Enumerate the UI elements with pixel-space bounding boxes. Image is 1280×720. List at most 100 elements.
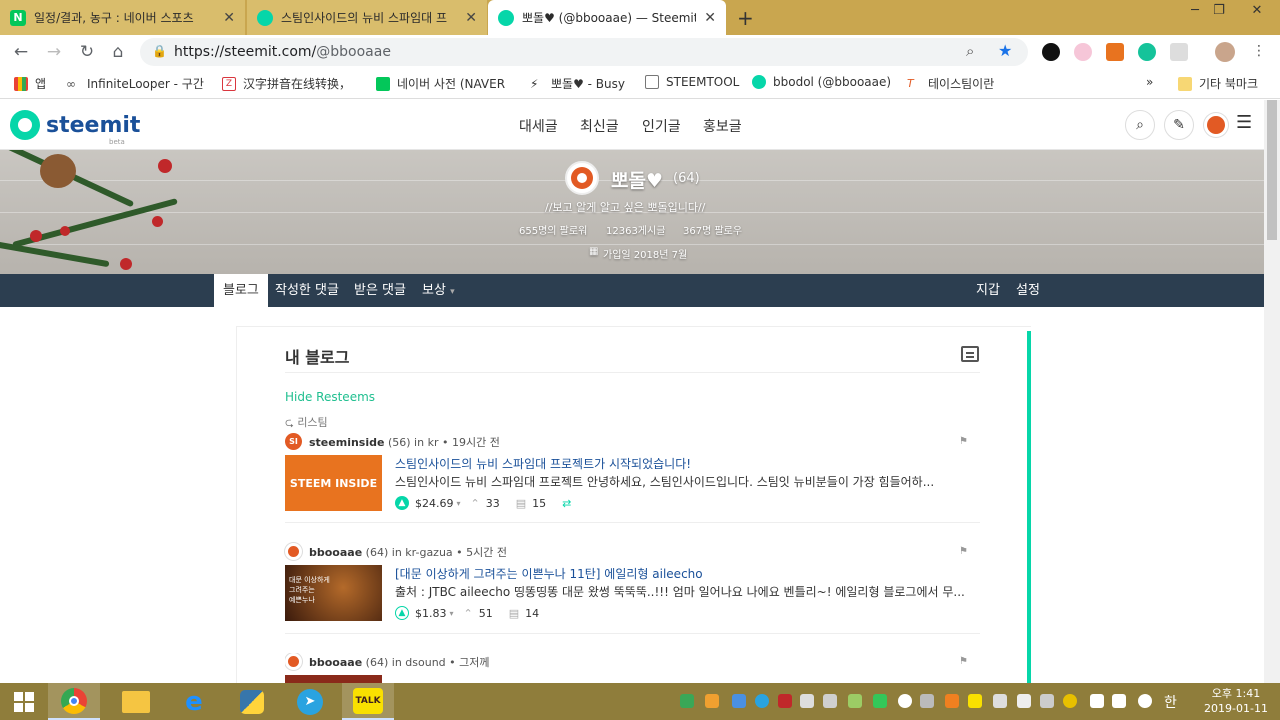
vote-count[interactable]: 33 — [486, 497, 500, 510]
tab-wallet[interactable]: 지갑 — [967, 274, 1009, 307]
nav-trending[interactable]: 대세글 — [519, 116, 558, 136]
flag-icon[interactable]: ⚑ — [959, 546, 968, 557]
profile-followers[interactable]: 655명의 팔로워 — [519, 222, 587, 237]
profile-avatar[interactable] — [1215, 42, 1235, 62]
list-item[interactable]: bbooaae (64) in kr-gazua • 5시간 전 ⚑ 대문 이상… — [285, 543, 980, 623]
author-link[interactable]: bbooaae — [309, 656, 362, 669]
tab-settings[interactable]: 설정 — [1007, 274, 1049, 307]
write-post-icon[interactable]: ✎ — [1164, 110, 1194, 140]
post-thumbnail[interactable]: 대문 이상하게 그려주는 예쁜누나 — [285, 565, 382, 621]
more-bookmarks-button[interactable]: » — [1146, 75, 1153, 89]
clock[interactable]: 오후 1:41 2019-01-11 — [1196, 686, 1276, 716]
bookmark-bbodol[interactable]: bbodol (@bbooaae) — [752, 75, 891, 89]
comment-count[interactable]: 15 — [532, 497, 546, 510]
zoom-icon[interactable]: ⌕ — [966, 42, 974, 60]
list-item[interactable]: SI steeminside (56) in kr • 19시간 전 ⚑ STE… — [285, 433, 980, 513]
hide-resteems-link[interactable]: Hide Resteems — [285, 390, 375, 404]
tray-icon[interactable] — [800, 694, 814, 708]
python-icon[interactable] — [226, 683, 278, 720]
post-excerpt[interactable]: 스팀인사이드 뉴비 스파임대 프로젝트 안녕하세요, 스팀인사이드입니다. 스팀… — [395, 473, 980, 490]
close-tab-icon[interactable]: ✕ — [704, 10, 716, 26]
close-window-icon[interactable]: ✕ — [1240, 0, 1274, 22]
kakaotalk-icon[interactable]: TALK — [342, 683, 394, 720]
nav-promoted[interactable]: 홍보글 — [703, 116, 742, 136]
battery-icon[interactable] — [1090, 694, 1104, 708]
volume-icon[interactable] — [1112, 694, 1126, 708]
post-thumbnail[interactable]: STEEM INSIDE — [285, 455, 382, 511]
tray-icon[interactable] — [920, 694, 934, 708]
page-scrollbar[interactable] — [1264, 100, 1280, 683]
bookmark-pinyin[interactable]: Z 汉字拼音在线转换， — [222, 75, 351, 92]
signal-icon[interactable] — [823, 694, 837, 708]
tray-icon[interactable] — [1017, 694, 1031, 708]
internet-explorer-icon[interactable]: e — [168, 683, 220, 720]
tab-rewards[interactable]: 보상 ▾ — [413, 274, 464, 307]
hamburger-menu-icon[interactable]: ☰ — [1236, 112, 1252, 133]
tray-icon[interactable] — [945, 694, 959, 708]
notification-icon[interactable] — [1138, 694, 1152, 708]
extension-icon[interactable] — [1042, 43, 1060, 61]
file-explorer-icon[interactable] — [110, 683, 162, 720]
cloud-icon[interactable] — [898, 694, 912, 708]
telegram-icon[interactable]: ➤ — [284, 683, 336, 720]
tab-naver-sports[interactable]: N 일정/결과, 농구 : 네이버 스포츠 ✕ — [0, 0, 245, 35]
nav-hot[interactable]: 인기글 — [642, 116, 681, 136]
chrome-taskbar-icon[interactable] — [48, 683, 100, 720]
category-link[interactable]: dsound — [405, 656, 445, 669]
tray-icon[interactable] — [848, 694, 862, 708]
vote-count[interactable]: 51 — [479, 607, 493, 620]
forward-icon[interactable]: → — [43, 41, 65, 63]
nav-new[interactable]: 최신글 — [580, 116, 619, 136]
home-icon[interactable]: ⌂ — [107, 41, 129, 63]
unicorn-extension-icon[interactable] — [1074, 43, 1092, 61]
avatar[interactable] — [285, 653, 302, 670]
search-icon[interactable]: ⌕ — [1125, 110, 1155, 140]
payout-amount[interactable]: $1.83 — [415, 607, 447, 620]
tray-icon[interactable] — [1063, 694, 1077, 708]
grammarly-icon[interactable] — [1138, 43, 1156, 61]
tab-steemit-profile[interactable]: 뽀돌♥ (@bbooaae) — Steemit ✕ — [488, 0, 726, 35]
chevron-down-icon[interactable]: ▾ — [450, 609, 454, 618]
ime-indicator[interactable]: 한 — [1164, 692, 1177, 712]
bookmark-naver-dict[interactable]: 네이버 사전 (NAVER — [376, 75, 505, 92]
author-link[interactable]: bbooaae — [309, 546, 362, 559]
tray-icon[interactable] — [778, 694, 792, 708]
author-link[interactable]: steeminside — [309, 436, 384, 449]
tab-blog[interactable]: 블로그 — [214, 274, 268, 307]
bookmark-infinitelooper[interactable]: ∞ InfiniteLooper - 구간 — [66, 75, 204, 92]
avatar[interactable] — [285, 543, 302, 560]
steemit-logo[interactable]: steemit beta — [10, 110, 140, 146]
post-excerpt[interactable]: 출처 : JTBC aileecho 띵똥띵똥 대문 왔썽 뚝뚝뚝..!!! 엄… — [395, 583, 980, 600]
windows-start-icon[interactable] — [0, 683, 48, 720]
profile-post-count[interactable]: 12363게시글 — [606, 222, 665, 237]
menu-icon[interactable]: ⋮ — [1252, 43, 1266, 59]
upvote-icon[interactable]: ▲ — [395, 496, 409, 510]
tray-icon[interactable] — [680, 694, 694, 708]
extension-icon[interactable] — [1170, 43, 1188, 61]
flag-icon[interactable]: ⚑ — [959, 436, 968, 447]
maximize-icon[interactable]: ❐ — [1202, 0, 1236, 22]
close-tab-icon[interactable]: ✕ — [223, 10, 235, 26]
new-tab-button[interactable]: + — [737, 6, 754, 30]
other-bookmarks[interactable]: 기타 북마크 — [1178, 75, 1258, 92]
post-title[interactable]: [대문 이상하게 그려주는 이쁜누나 11탄] 에일리형 aileecho — [395, 565, 980, 582]
tray-icon[interactable] — [732, 694, 746, 708]
tray-icon[interactable] — [705, 694, 719, 708]
upvote-icon[interactable]: ▲ — [395, 606, 409, 620]
kakao-tray-icon[interactable] — [968, 694, 982, 708]
close-tab-icon[interactable]: ✕ — [465, 10, 477, 26]
tab-replies[interactable]: 받은 댓글 — [345, 274, 415, 307]
ex-extension-icon[interactable] — [1106, 43, 1124, 61]
check-tray-icon[interactable] — [873, 694, 887, 708]
category-link[interactable]: kr-gazua — [405, 546, 452, 559]
avatar[interactable]: SI — [285, 433, 302, 450]
bookmark-apps[interactable]: 앱 — [14, 75, 46, 92]
flag-icon[interactable]: ⚑ — [959, 656, 968, 667]
user-avatar[interactable] — [1204, 113, 1228, 137]
back-icon[interactable]: ← — [10, 41, 32, 63]
bookmark-star-icon[interactable]: ★ — [998, 41, 1012, 60]
comment-count[interactable]: 14 — [525, 607, 539, 620]
chevron-down-icon[interactable]: ▾ — [457, 499, 461, 508]
list-view-icon[interactable] — [961, 346, 979, 362]
payout-amount[interactable]: $24.69 — [415, 497, 454, 510]
